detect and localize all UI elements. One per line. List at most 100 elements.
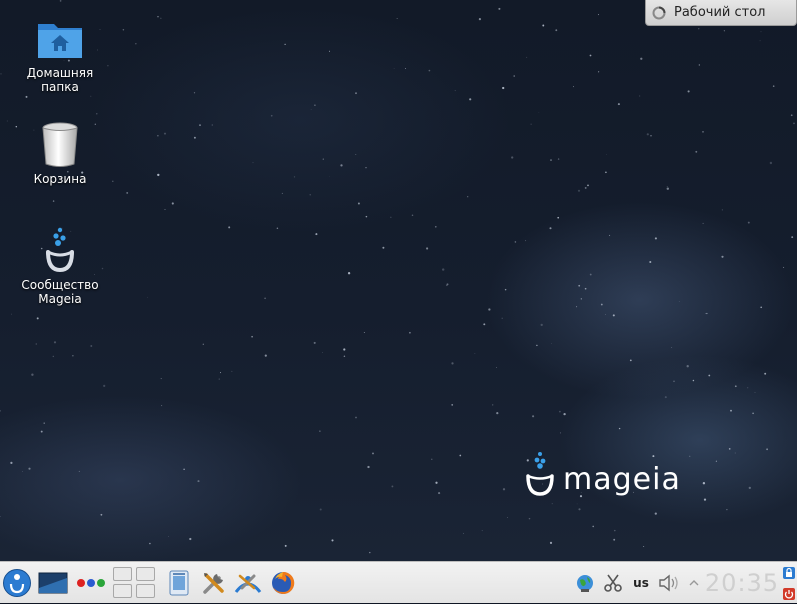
star [0, 410, 1, 412]
star [734, 385, 737, 388]
tray-expand-button[interactable] [686, 562, 702, 604]
star [532, 415, 535, 418]
star [43, 422, 45, 424]
desktop-icon-trash[interactable]: Корзина [14, 122, 106, 186]
star [790, 114, 793, 117]
star [617, 103, 620, 106]
star [451, 362, 454, 365]
star [549, 541, 553, 545]
star [600, 303, 603, 306]
control-center-launcher[interactable] [233, 562, 263, 604]
shutdown-icon[interactable] [782, 587, 796, 601]
star [347, 272, 351, 275]
star [698, 64, 700, 66]
pager-desktop-4[interactable] [136, 584, 155, 598]
volume-tray-button[interactable] [656, 562, 682, 604]
star [730, 409, 732, 412]
star [698, 28, 700, 30]
star [605, 171, 607, 174]
star [382, 246, 385, 249]
star [703, 498, 707, 501]
desktop-icon-mageia-community[interactable]: Сообщество Mageia [14, 226, 106, 306]
digital-clock[interactable]: 20:35 [704, 562, 780, 604]
star [664, 396, 667, 399]
show-desktop-button[interactable] [36, 562, 70, 604]
star [314, 104, 316, 107]
star [478, 18, 481, 21]
star [702, 131, 704, 133]
star [492, 404, 494, 406]
star [513, 75, 515, 77]
star [488, 308, 491, 311]
star [654, 512, 657, 515]
session-controls [780, 562, 797, 604]
star [168, 536, 169, 537]
firefox-launcher[interactable] [268, 562, 298, 604]
star [393, 68, 395, 69]
star [793, 122, 795, 125]
star [557, 158, 560, 160]
file-manager-launcher[interactable] [165, 562, 193, 604]
star [52, 200, 55, 202]
desktop[interactable]: Домашняя папка Корзина Сообщество Mageia… [0, 0, 797, 561]
color-dots-button[interactable] [74, 562, 108, 604]
star [614, 529, 616, 532]
star [313, 341, 316, 344]
network-globe-icon [577, 575, 593, 592]
network-tray-button[interactable] [574, 562, 596, 604]
system-settings-launcher[interactable] [199, 562, 229, 604]
star [411, 214, 414, 217]
star [673, 380, 675, 383]
activity-switcher-tab[interactable]: Рабочий стол [645, 0, 797, 26]
star [319, 508, 322, 511]
star [390, 216, 392, 218]
desktop-icon-label: Домашняя папка [26, 66, 94, 94]
app-menu-icon [3, 569, 31, 597]
star [52, 355, 54, 358]
star [231, 370, 233, 372]
star [695, 150, 698, 153]
star [90, 95, 92, 97]
virtual-desktop-pager[interactable] [113, 567, 157, 599]
mageia-wordmark: mageia [563, 462, 681, 497]
star [549, 227, 552, 230]
star [612, 314, 615, 317]
star [502, 86, 505, 90]
star [715, 460, 718, 462]
star [31, 373, 34, 376]
app-menu-button[interactable] [0, 562, 34, 604]
pager-desktop-3[interactable] [113, 584, 132, 598]
star [721, 209, 724, 211]
pager-desktop-2[interactable] [136, 567, 155, 581]
lock-screen-icon[interactable] [782, 566, 796, 580]
star [157, 135, 159, 137]
star [462, 532, 465, 535]
firefox-icon [272, 571, 295, 594]
pager-desktop-1[interactable] [113, 567, 132, 581]
star [764, 372, 767, 375]
star [160, 378, 162, 380]
keyboard-layout-indicator[interactable]: us [630, 562, 652, 604]
star [530, 123, 532, 125]
star [251, 335, 253, 338]
clipboard-tray-button[interactable] [602, 562, 624, 604]
star [107, 65, 109, 67]
star [498, 7, 501, 10]
star [264, 354, 267, 357]
star [609, 234, 611, 236]
star [559, 432, 562, 434]
star [555, 29, 558, 32]
star [605, 314, 607, 315]
star [559, 410, 561, 413]
star [0, 73, 2, 75]
star [100, 513, 103, 516]
show-desktop-icon [38, 572, 68, 594]
star [573, 86, 575, 88]
activity-label: Рабочий стол [674, 5, 766, 20]
star [613, 538, 616, 541]
star [654, 237, 657, 240]
star [728, 448, 731, 450]
star [367, 465, 370, 469]
star [363, 332, 365, 334]
desktop-icon-home[interactable]: Домашняя папка [14, 18, 106, 94]
